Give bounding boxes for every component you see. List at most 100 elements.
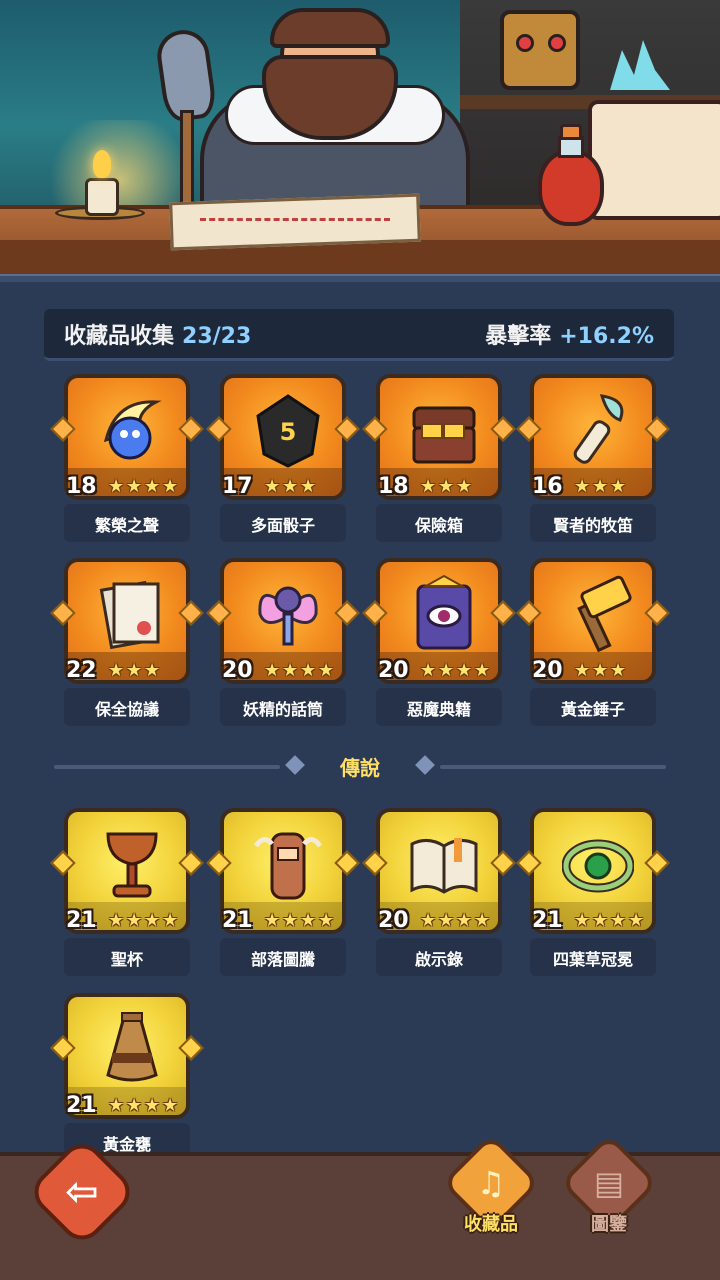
star-icon: ★ — [264, 660, 281, 681]
item-stars: ★ ★ ★ — [420, 478, 474, 496]
hammer-icon — [562, 574, 634, 654]
item-stars: ★ ★ ★ ★ — [574, 912, 646, 930]
tribal-mask-icon — [500, 10, 580, 90]
item-level: 20 — [532, 658, 563, 683]
shopkeeper-scene — [0, 0, 720, 282]
collectible-item[interactable]: 20 ★ ★ ★ ★ 啟示錄 — [362, 808, 516, 976]
divider-line-right — [440, 765, 666, 769]
open-book-icon — [408, 824, 480, 904]
totem-icon — [252, 824, 324, 904]
item-name: 繁榮之聲 — [94, 516, 159, 535]
scene-border — [0, 274, 720, 282]
item-stars: ★ ★ ★ ★ — [420, 662, 492, 680]
star-icon: ★ — [592, 910, 609, 931]
map-path — [200, 218, 390, 221]
star-icon: ★ — [574, 910, 591, 931]
star-icon: ★ — [162, 1095, 179, 1116]
item-stars: ★ ★ ★ — [574, 478, 628, 496]
collectible-item[interactable]: 16 ★ ★ ★ 賢者的牧笛 — [516, 374, 670, 542]
star-icon: ★ — [456, 660, 473, 681]
item-level: 18 — [378, 474, 409, 499]
collectible-item[interactable]: 18 ★ ★ ★ 保險箱 — [362, 374, 516, 542]
star-icon: ★ — [456, 476, 473, 497]
item-stars: ★ ★ ★ ★ — [108, 912, 180, 930]
item-level: 20 — [222, 658, 253, 683]
star-icon: ★ — [474, 660, 491, 681]
star-icon: ★ — [300, 910, 317, 931]
scroll-icon — [96, 574, 168, 654]
star-icon: ★ — [438, 910, 455, 931]
legend-section-title: 傳說 — [340, 756, 380, 780]
star-icon: ★ — [144, 1095, 161, 1116]
flame-icon — [93, 150, 111, 178]
item-name: 賢者的牧笛 — [552, 516, 633, 535]
shovel-icon — [153, 26, 219, 124]
collection-count: 23/23 — [182, 323, 252, 349]
collectible-item[interactable]: 5 17 ★ ★ ★ 多面骰子 — [206, 374, 360, 542]
crit-rate-label: 暴擊率 — [485, 323, 552, 349]
collection-title: 收藏品收集 — [64, 323, 175, 349]
item-level: 18 — [66, 474, 97, 499]
tab-collectibles[interactable]: ♫ 收藏品 — [441, 1133, 541, 1250]
star-icon: ★ — [420, 660, 437, 681]
dice-icon: 5 — [252, 390, 324, 470]
star-icon: ★ — [282, 660, 299, 681]
item-name: 惡魔典籍 — [406, 700, 471, 719]
star-icon: ★ — [144, 476, 161, 497]
item-stars: ★ ★ ★ ★ — [264, 662, 336, 680]
item-name: 保險箱 — [414, 516, 463, 535]
mask-eye — [516, 34, 534, 52]
star-icon: ★ — [474, 910, 491, 931]
star-icon: ★ — [108, 476, 125, 497]
collectible-item[interactable]: 22 ★ ★ ★ 保全協議 — [50, 558, 204, 726]
collectible-item[interactable]: 21 ★ ★ ★ ★ 黃金甕 — [50, 993, 204, 1161]
item-level: 22 — [66, 658, 97, 683]
tab-encyclopedia-label: 圖鑒 — [591, 1214, 627, 1235]
star-icon: ★ — [126, 1095, 143, 1116]
item-name: 黃金錘子 — [560, 700, 625, 719]
star-icon: ★ — [438, 476, 455, 497]
potion-cork — [560, 124, 582, 140]
item-level: 21 — [222, 908, 253, 933]
fairy-mic-icon — [252, 574, 324, 654]
dwarf-hair — [270, 8, 390, 48]
chest-icon — [588, 100, 720, 220]
star-icon: ★ — [456, 910, 473, 931]
candle-icon — [85, 178, 119, 216]
item-stars: ★ ★ ★ — [108, 662, 162, 680]
star-icon: ★ — [126, 660, 143, 681]
collectible-item[interactable]: 21 ★ ★ ★ ★ 四葉草冠冕 — [516, 808, 670, 976]
item-stars: ★ ★ ★ ★ — [108, 1097, 180, 1115]
star-icon: ★ — [108, 1095, 125, 1116]
item-name: 啟示錄 — [414, 950, 463, 969]
divider-line-left — [54, 765, 280, 769]
star-icon: ★ — [144, 910, 161, 931]
mask-eye — [548, 34, 566, 52]
item-level: 20 — [378, 908, 409, 933]
tab-encyclopedia[interactable]: ▤ 圖鑒 — [559, 1133, 659, 1250]
star-icon: ★ — [108, 910, 125, 931]
collectible-item[interactable]: 18 ★ ★ ★ ★ 繁榮之聲 — [50, 374, 204, 542]
item-name: 四葉草冠冕 — [552, 950, 633, 969]
collectible-item[interactable]: 20 ★ ★ ★ ★ 妖精的話筒 — [206, 558, 360, 726]
potion-icon — [538, 150, 604, 226]
blue-orb-icon — [96, 390, 168, 470]
collectible-item[interactable]: 20 ★ ★ ★ 黃金錘子 — [516, 558, 670, 726]
tab-collectibles-label: 收藏品 — [464, 1214, 518, 1235]
collectible-item[interactable]: 21 ★ ★ ★ ★ 聖杯 — [50, 808, 204, 976]
star-icon: ★ — [574, 476, 591, 497]
collectible-item[interactable]: 21 ★ ★ ★ ★ 部落圖騰 — [206, 808, 360, 976]
item-level: 20 — [378, 658, 409, 683]
star-icon: ★ — [628, 910, 645, 931]
star-icon: ★ — [300, 660, 317, 681]
chalice-icon — [96, 824, 168, 904]
crit-rate-value: +16.2% — [559, 323, 654, 349]
star-icon: ★ — [610, 660, 627, 681]
star-icon: ★ — [282, 476, 299, 497]
item-stars: ★ ★ ★ — [574, 662, 628, 680]
star-icon: ★ — [610, 910, 627, 931]
collectible-item[interactable]: 20 ★ ★ ★ ★ 惡魔典籍 — [362, 558, 516, 726]
item-name: 多面骰子 — [250, 516, 315, 535]
star-icon: ★ — [300, 476, 317, 497]
divider-diamond-right — [415, 755, 435, 775]
